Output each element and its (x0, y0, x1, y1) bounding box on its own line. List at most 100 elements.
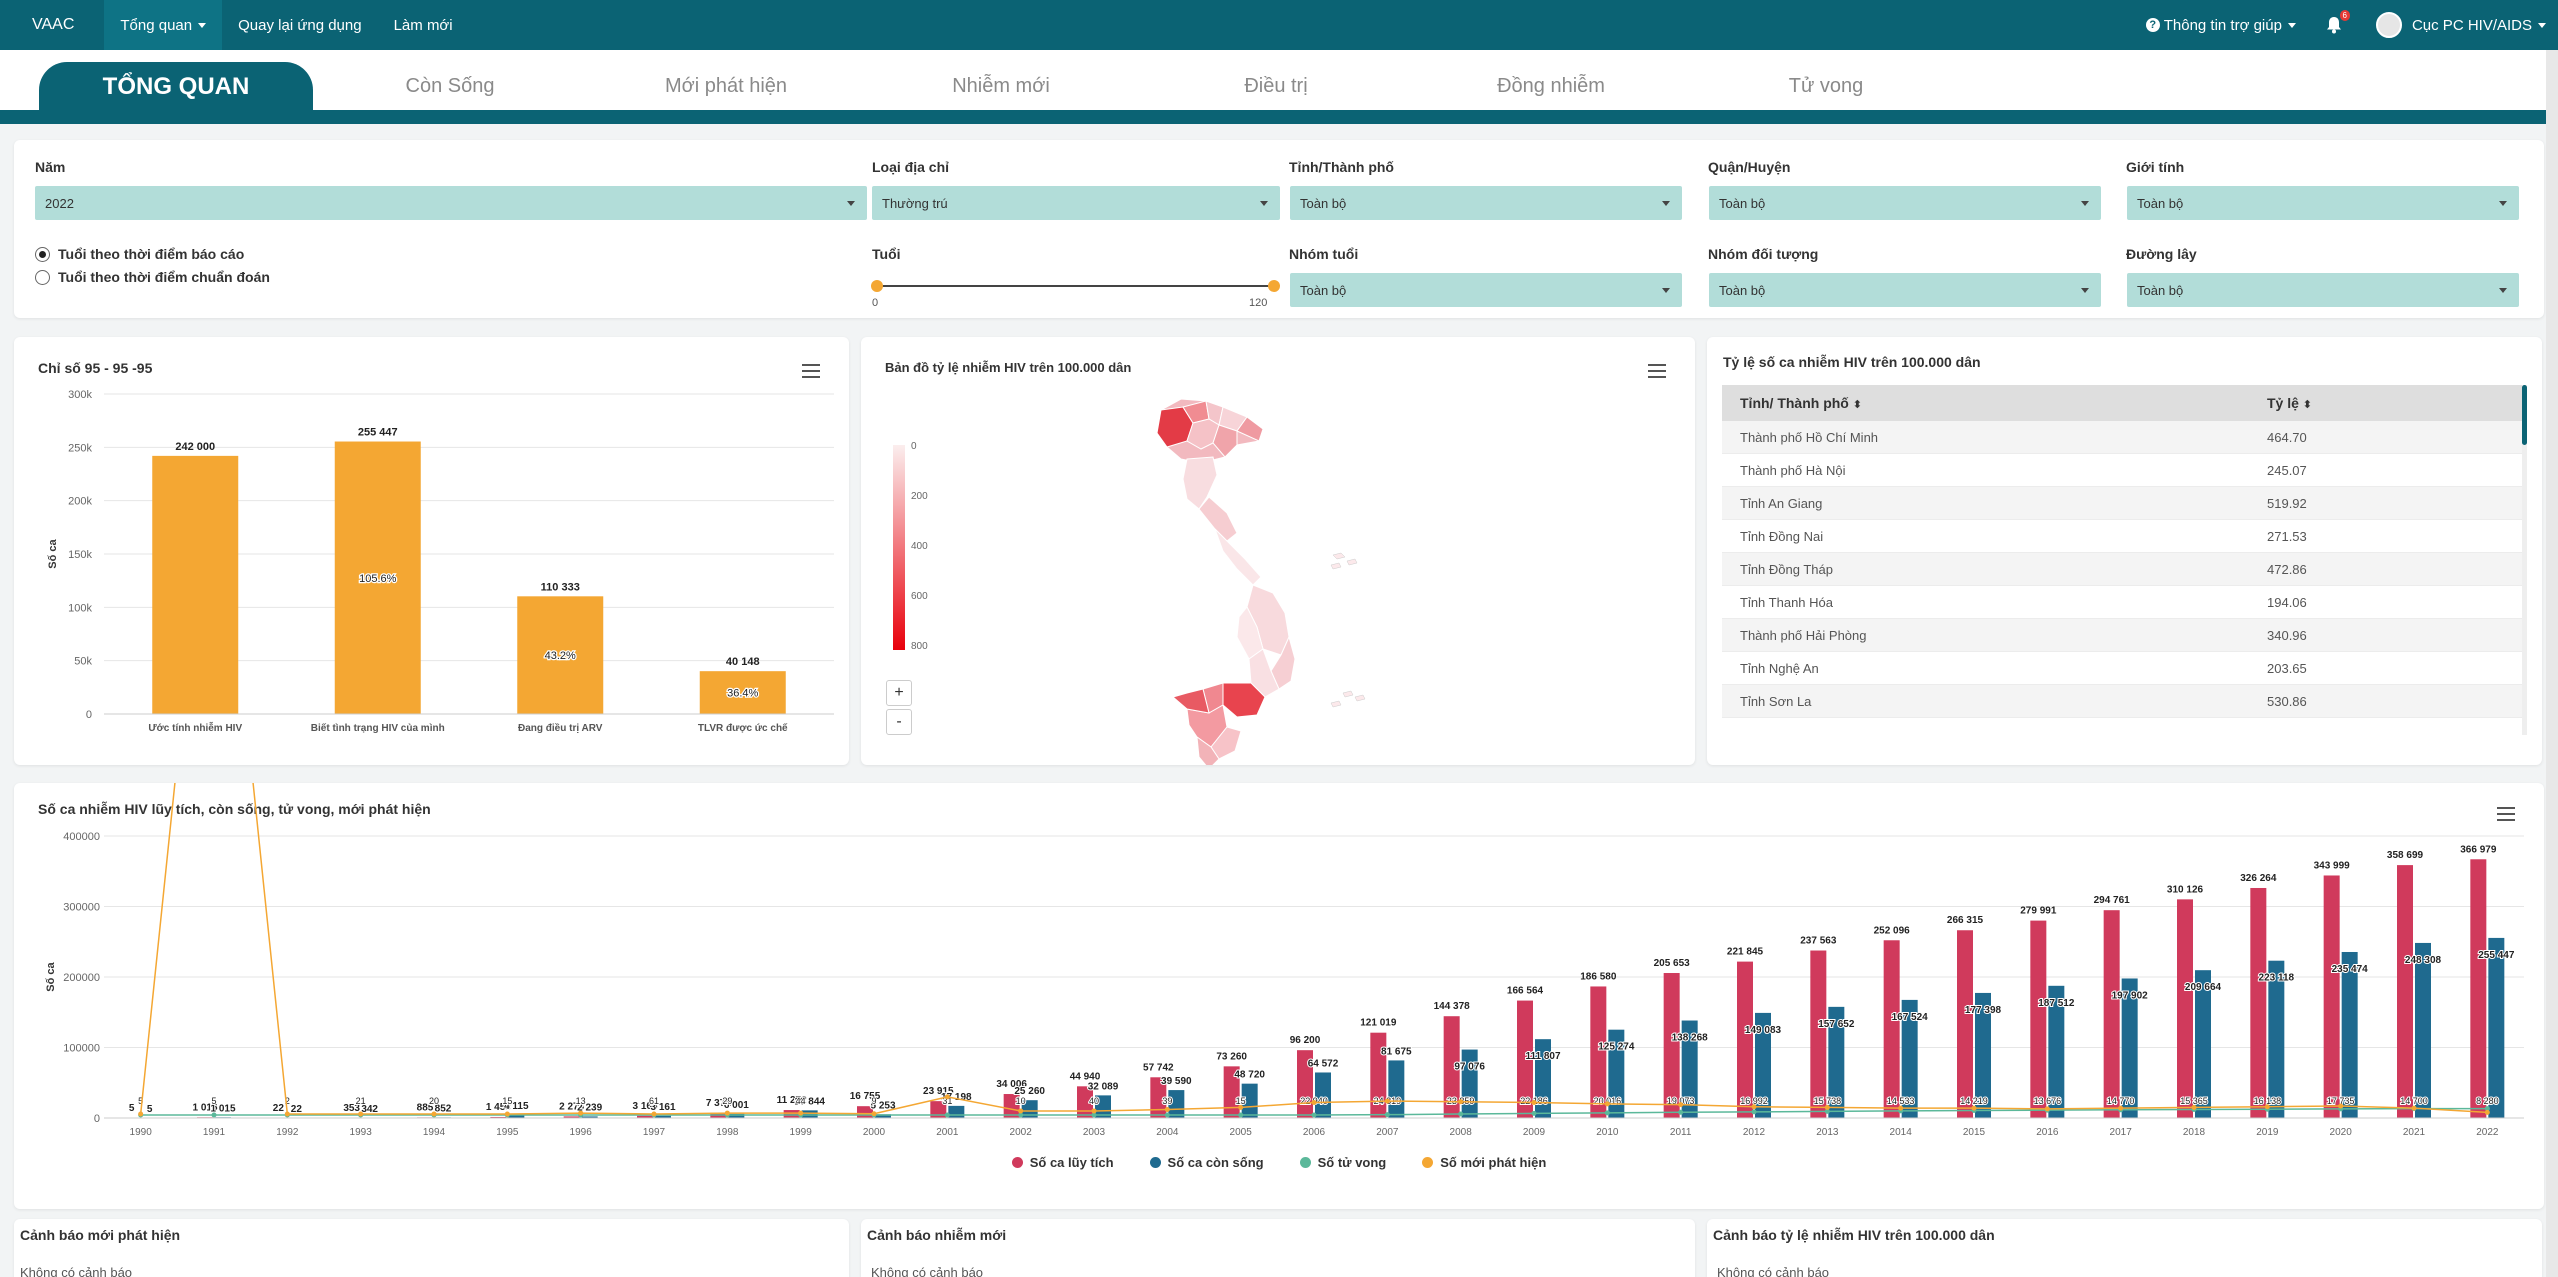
tab-dieu-tri[interactable]: Điều trị (1138, 62, 1414, 110)
point-new-detected[interactable] (1898, 1105, 1904, 1111)
point-new-detected[interactable] (2044, 1106, 2050, 1112)
point-new-detected[interactable] (1458, 1099, 1464, 1105)
bar-living[interactable] (2415, 942, 2431, 1118)
point-deaths[interactable] (1458, 1111, 1464, 1117)
point-new-detected[interactable] (1311, 1099, 1317, 1105)
point-new-detected[interactable] (871, 1111, 877, 1117)
table-row[interactable]: Tỉnh Nghệ An 203.65 (1722, 652, 2522, 685)
point-deaths[interactable] (211, 1112, 217, 1118)
tab-dong-nhiem[interactable]: Đồng nhiễm (1414, 62, 1688, 110)
point-new-detected[interactable] (504, 1111, 510, 1117)
bar-cumulative[interactable] (2103, 910, 2120, 1118)
point-new-detected[interactable] (431, 1111, 437, 1117)
table-row[interactable]: Tỉnh Sơn La 530.86 (1722, 685, 2522, 718)
age-slider-max-handle[interactable] (1268, 280, 1280, 292)
bar-cumulative[interactable] (1883, 940, 1900, 1118)
point-new-detected[interactable] (944, 1094, 950, 1100)
point-new-detected[interactable] (1971, 1105, 1977, 1111)
radio-age-at-diagnosis[interactable]: Tuổi theo thời điểm chuẩn đoán (35, 269, 270, 285)
bar-cumulative[interactable] (783, 1110, 800, 1118)
point-new-detected[interactable] (1238, 1104, 1244, 1110)
point-new-detected[interactable] (651, 1111, 657, 1117)
bar-living[interactable] (801, 1110, 818, 1118)
bar-living[interactable] (2268, 960, 2285, 1118)
point-deaths[interactable] (1604, 1110, 1610, 1116)
point-new-detected[interactable] (1751, 1104, 1757, 1110)
user-name[interactable]: Cục PC HIV/AIDS (2412, 17, 2532, 34)
transmission-select[interactable]: Toàn bộ (2127, 273, 2519, 307)
point-new-detected[interactable] (2338, 1103, 2344, 1109)
point-new-detected[interactable] (1091, 1108, 1097, 1114)
radio-age-at-report[interactable]: Tuổi theo thời điểm báo cáo (35, 246, 244, 262)
vietnam-map[interactable] (861, 337, 1695, 765)
point-deaths[interactable] (1238, 1112, 1244, 1118)
point-new-detected[interactable] (284, 1111, 290, 1117)
bar-cumulative[interactable] (2030, 920, 2047, 1118)
table-row[interactable]: Tỉnh Thanh Hóa 194.06 (1722, 586, 2522, 619)
table-row[interactable]: Thành phố Hà Nội 245.07 (1722, 454, 2522, 487)
point-new-detected[interactable] (1604, 1101, 1610, 1107)
point-new-detected[interactable] (2118, 1105, 2124, 1111)
target-group-select[interactable]: Toàn bộ (1709, 273, 2101, 307)
bar-cumulative[interactable] (2177, 899, 2193, 1118)
tab-nhiem-moi[interactable]: Nhiễm mới (864, 62, 1138, 110)
table-row[interactable]: Tỉnh Đồng Tháp 472.86 (1722, 553, 2522, 586)
bar-living[interactable] (2341, 951, 2358, 1118)
legend-item[interactable]: Số ca lũy tích (1011, 1155, 1114, 1170)
bar-cumulative[interactable] (2250, 887, 2267, 1118)
page-scrollbar[interactable] (2546, 50, 2558, 1277)
nav-tong-quan[interactable]: Tổng quan (104, 0, 223, 50)
point-new-detected[interactable] (1018, 1108, 1024, 1114)
point-new-detected[interactable] (138, 1111, 144, 1117)
point-new-detected[interactable] (1678, 1102, 1684, 1108)
notification-button[interactable]: 6 (2326, 10, 2350, 34)
bar-living[interactable] (2488, 937, 2505, 1118)
col-province-header[interactable]: Tỉnh/ Thành phố ⬍ (1740, 385, 1862, 423)
bar-cumulative[interactable] (1810, 950, 1827, 1118)
legend-item[interactable]: Số mới phát hiện (1422, 1155, 1546, 1170)
age-slider-min-handle[interactable] (871, 280, 883, 292)
point-deaths[interactable] (1164, 1112, 1170, 1118)
point-new-detected[interactable] (578, 1110, 584, 1116)
point-new-detected[interactable] (2411, 1105, 2417, 1111)
tab-moi-phat-hien[interactable]: Mới phát hiện (588, 62, 864, 110)
table-row[interactable]: Thành phố Hải Phòng 340.96 (1722, 619, 2522, 652)
nav-refresh[interactable]: Làm mới (378, 0, 469, 50)
point-new-detected[interactable] (1164, 1107, 1170, 1113)
point-deaths[interactable] (1311, 1112, 1317, 1118)
age-group-select[interactable]: Toàn bộ (1290, 273, 1682, 307)
point-new-detected[interactable] (1531, 1099, 1537, 1105)
table-row[interactable]: Tỉnh An Giang 519.92 (1722, 487, 2522, 520)
avatar[interactable] (2375, 12, 2402, 38)
legend-item[interactable]: Số tử vong (1299, 1155, 1386, 1170)
bar-cumulative[interactable] (2323, 875, 2340, 1118)
legend-item[interactable]: Số ca còn sống (1149, 1155, 1264, 1170)
bar-living[interactable] (1461, 1049, 1478, 1118)
address-type-select[interactable]: Thường trú (872, 186, 1280, 220)
bar-cumulative[interactable] (1957, 930, 1973, 1118)
point-new-detected[interactable] (2484, 1109, 2490, 1115)
province-select[interactable]: Toàn bộ (1290, 186, 1682, 220)
point-deaths[interactable] (1751, 1109, 1757, 1115)
point-deaths[interactable] (944, 1112, 950, 1118)
point-new-detected[interactable] (2264, 1104, 2270, 1110)
point-deaths[interactable] (1384, 1112, 1390, 1118)
nav-back-to-app[interactable]: Quay lại ứng dụng (222, 0, 377, 50)
tab-con-song[interactable]: Còn Sống (313, 62, 587, 110)
help-menu[interactable]: ? Thông tin trợ giúp (2145, 17, 2296, 34)
point-new-detected[interactable] (1824, 1104, 1830, 1110)
brand-logo[interactable]: VAAC (0, 16, 104, 34)
bar-cumulative[interactable] (1737, 961, 1753, 1118)
point-new-detected[interactable] (358, 1111, 364, 1117)
bar-living[interactable] (948, 1105, 965, 1118)
point-new-detected[interactable] (2191, 1104, 2197, 1110)
table-row[interactable]: Thành phố Hồ Chí Minh 464.70 (1722, 421, 2522, 454)
point-deaths[interactable] (1531, 1110, 1537, 1116)
point-new-detected[interactable] (798, 1110, 804, 1116)
table-scrollbar-thumb[interactable] (2522, 385, 2527, 445)
point-new-detected[interactable] (1384, 1098, 1390, 1104)
table-row[interactable]: Tỉnh Đồng Nai 271.53 (1722, 520, 2522, 553)
col-rate-header[interactable]: Tỷ lệ ⬍ (2267, 385, 2312, 423)
tab-tong-quan[interactable]: TỔNG QUAN (39, 62, 313, 112)
bar-cumulative[interactable] (2397, 865, 2413, 1118)
